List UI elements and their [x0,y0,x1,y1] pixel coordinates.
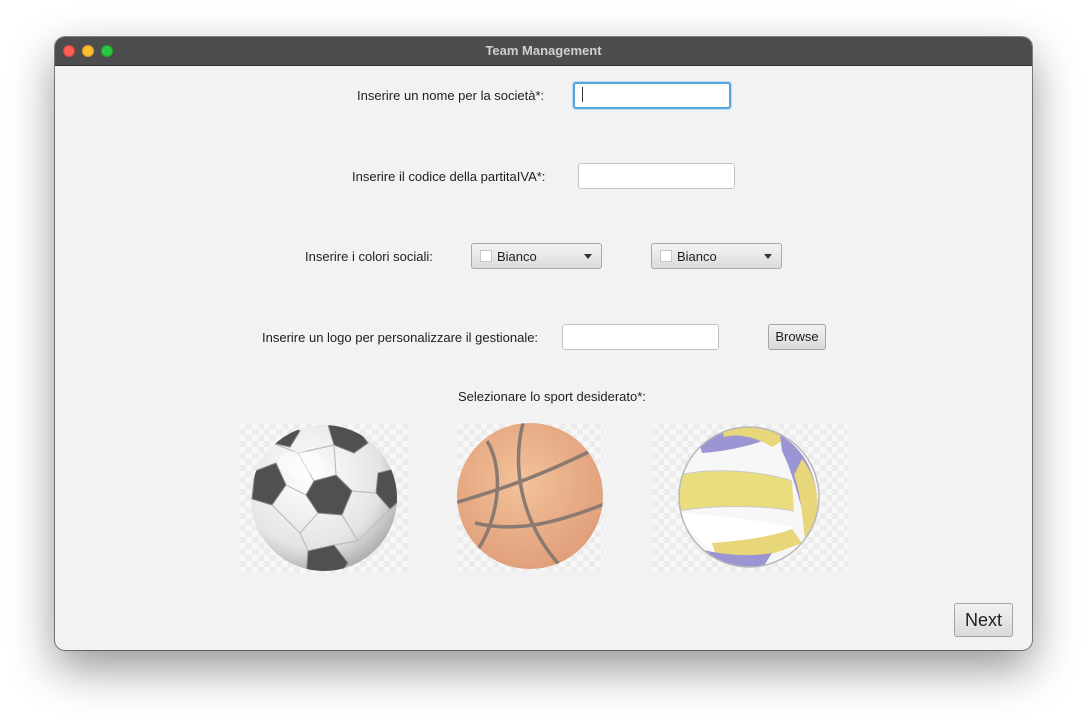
chevron-down-icon [584,254,592,259]
basketball-icon [457,423,603,569]
text-caret [582,87,583,102]
form-content: Inserire un nome per la società*: Inseri… [55,66,1032,650]
sport-selection-label: Selezionare lo sport desiderato*: [458,389,646,404]
window-title: Team Management [485,43,602,58]
secondary-color-select[interactable]: Bianco [651,243,782,269]
social-colors-label: Inserire i colori sociali: [305,249,433,264]
title-bar[interactable]: Team Management [55,37,1032,66]
soccer-ball-option[interactable] [240,423,408,573]
secondary-color-value: Bianco [677,249,717,264]
chevron-down-icon [764,254,772,259]
app-window: Team Management Inserire un nome per la … [55,37,1032,650]
next-button[interactable]: Next [954,603,1013,637]
company-name-label: Inserire un nome per la società*: [357,88,545,103]
browse-button[interactable]: Browse [768,324,826,350]
primary-color-value: Bianco [497,249,537,264]
vat-code-input[interactable] [578,163,735,189]
company-name-input[interactable] [573,82,731,109]
color-swatch [660,250,672,262]
primary-color-select[interactable]: Bianco [471,243,602,269]
basketball-option[interactable] [457,423,603,571]
logo-path-input[interactable] [562,324,719,350]
volleyball-option[interactable] [652,423,848,571]
color-swatch [480,250,492,262]
logo-label: Inserire un logo per personalizzare il g… [262,330,539,345]
volleyball-icon [678,426,820,568]
soccer-ball-icon [251,425,397,571]
vat-code-label: Inserire il codice della partitaIVA*: [352,169,546,184]
